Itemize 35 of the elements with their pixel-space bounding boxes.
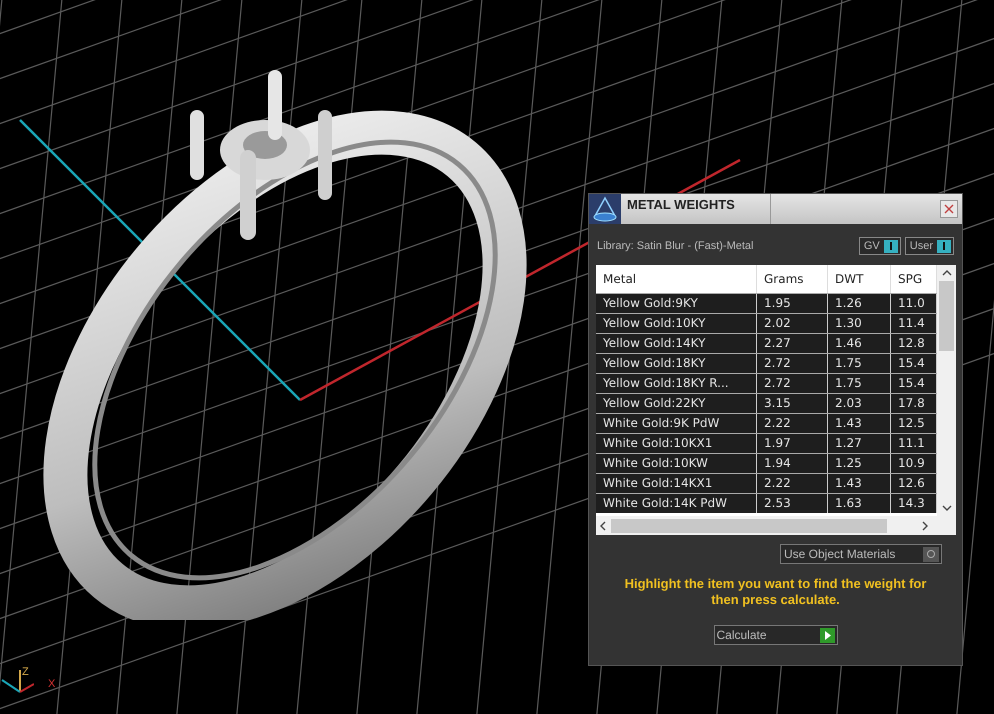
table-row[interactable]: Yellow Gold:10KY 2.02 1.30 11.4 (596, 313, 937, 333)
use-object-materials-toggle[interactable]: Use Object Materials (780, 544, 942, 564)
close-button[interactable] (940, 200, 958, 218)
scroll-up-icon[interactable] (942, 269, 952, 277)
table-cell: 1.63 (828, 494, 891, 513)
calculate-button[interactable]: Calculate (714, 625, 838, 645)
instruction-text: Highlight the item you want to find the weight for then press calculate. (624, 576, 928, 608)
toggle-button[interactable]: GV (858, 237, 901, 255)
axis-label: Z (22, 665, 29, 680)
cone-icon (589, 194, 621, 224)
scrollbar-thumb[interactable] (611, 518, 887, 532)
table-row[interactable]: White Gold:10KW 1.94 1.25 10.9 (596, 453, 937, 473)
scroll-down-icon[interactable] (942, 504, 952, 512)
panel-title: METAL WEIGHTS (621, 194, 771, 224)
horizontal-scrollbar[interactable] (596, 516, 956, 535)
table-row[interactable]: Yellow Gold:22KY 3.15 2.03 17.8 (596, 393, 937, 413)
scrollbar-thumb[interactable] (939, 281, 954, 351)
table-row[interactable]: Yellow Gold:14KY 2.27 1.46 12.8 (596, 333, 937, 353)
table-row[interactable]: Yellow Gold:18KY 2.72 1.75 15.4 (596, 353, 937, 373)
library-label: Library: Satin Blur - (Fast)-Metal (597, 238, 754, 254)
toggle-button[interactable]: User (904, 237, 954, 255)
table-row[interactable]: Yellow Gold:18KY R... 2.72 1.75 15.4 (596, 373, 937, 393)
table-row[interactable]: Yellow Gold:9KY 1.95 1.26 11.0 (596, 293, 937, 313)
table-cell: 2.53 (757, 494, 828, 513)
table-row[interactable]: White Gold:9K PdW 2.22 1.43 12.5 (596, 413, 937, 433)
axis-label: X (48, 677, 56, 692)
table-cell: White Gold:14K PdW (596, 494, 757, 513)
scroll-right-icon[interactable] (921, 520, 929, 530)
table-row[interactable]: White Gold:14K PdW 2.53 1.63 14.3 (596, 493, 937, 513)
table-row[interactable]: White Gold:10KX1 1.97 1.27 11.1 (596, 433, 937, 453)
close-icon (944, 204, 954, 214)
table-row[interactable]: White Gold:14KX1 2.22 1.43 12.6 (596, 473, 937, 493)
play-icon (820, 628, 834, 642)
vertical-scrollbar[interactable] (937, 265, 956, 516)
scroll-left-icon[interactable] (599, 520, 607, 530)
